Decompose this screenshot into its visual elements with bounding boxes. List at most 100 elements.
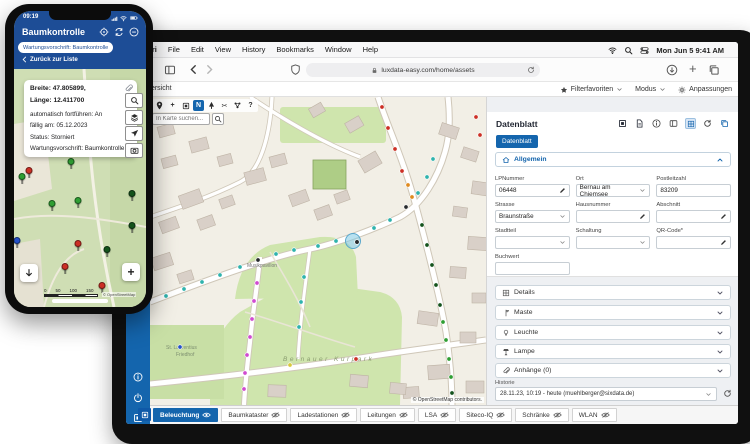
map-marker[interactable] — [450, 391, 454, 395]
tree-pin[interactable] — [21, 177, 23, 184]
search-button[interactable] — [125, 93, 143, 108]
eye-off-icon[interactable] — [399, 412, 408, 418]
map-marker[interactable] — [441, 320, 445, 324]
stadtteil-select[interactable] — [495, 236, 570, 249]
eye-off-icon[interactable] — [271, 412, 280, 418]
layer-tab-leitungen[interactable]: Leitungen — [360, 408, 415, 422]
select-tool-icon[interactable] — [180, 100, 191, 111]
tree-pin[interactable] — [51, 204, 53, 211]
menu-help[interactable]: Help — [363, 45, 378, 54]
historie-select[interactable]: 28.11.23, 10:19 - heute (muehlberger@six… — [495, 387, 717, 401]
map-marker[interactable] — [388, 218, 392, 222]
reload-icon[interactable] — [527, 66, 535, 74]
map-marker[interactable] — [242, 387, 246, 391]
mode-button[interactable]: Modus — [635, 86, 666, 93]
eye-off-icon[interactable] — [341, 412, 350, 418]
layer-tab-beleuchtung[interactable]: Beleuchtung — [153, 408, 218, 422]
wifi-icon[interactable] — [608, 46, 617, 55]
map-marker[interactable] — [434, 283, 438, 287]
tree-pin[interactable] — [64, 267, 66, 274]
tree-pin[interactable] — [131, 226, 133, 233]
map-search-input[interactable] — [152, 113, 210, 125]
eye-off-icon[interactable] — [601, 412, 610, 418]
download-button[interactable] — [20, 264, 38, 282]
menu-bookmarks[interactable]: Bookmarks — [276, 45, 314, 54]
map-marker[interactable] — [354, 357, 358, 361]
map-marker[interactable] — [255, 281, 259, 285]
layer-tab-ladestationen[interactable]: Ladestationen — [290, 408, 357, 422]
eye-off-icon[interactable] — [553, 412, 562, 418]
map-marker[interactable] — [444, 338, 448, 342]
eye-off-icon[interactable] — [440, 412, 449, 418]
tree-pin[interactable] — [106, 250, 108, 257]
layer-tab-schraenke[interactable]: Schränke — [515, 408, 568, 422]
accordion-details[interactable]: Details — [495, 285, 731, 300]
map-marker[interactable] — [425, 243, 429, 247]
tree-pin[interactable] — [77, 244, 79, 251]
panel-undo-icon[interactable] — [702, 118, 713, 129]
map-marker[interactable] — [164, 294, 168, 298]
map-marker[interactable] — [474, 115, 478, 119]
info-icon[interactable] — [133, 372, 143, 382]
layers-button[interactable] — [125, 110, 143, 125]
map-marker[interactable] — [288, 363, 292, 367]
hausnummer-field[interactable] — [576, 210, 651, 223]
map-marker[interactable] — [243, 371, 247, 375]
eye-off-icon[interactable] — [496, 412, 505, 418]
map-marker[interactable] — [274, 252, 278, 256]
help-tool-icon[interactable]: ? — [245, 100, 256, 111]
tree-pin[interactable] — [28, 171, 30, 178]
map-marker[interactable] — [252, 299, 256, 303]
map-search-button[interactable] — [212, 113, 224, 125]
map-marker[interactable] — [410, 195, 414, 199]
qrcode-field[interactable] — [656, 236, 731, 249]
pencil-icon[interactable] — [639, 213, 646, 220]
panel-grid-icon[interactable] — [685, 118, 696, 129]
zoom-in-button[interactable]: + — [122, 263, 140, 281]
layerbar-toggle-button[interactable] — [138, 408, 151, 421]
accordion-maste[interactable]: Maste — [495, 305, 731, 320]
buchwert-field[interactable] — [495, 262, 570, 275]
map-marker[interactable] — [256, 258, 260, 262]
map-marker[interactable] — [380, 105, 384, 109]
map-marker[interactable] — [447, 357, 451, 361]
accordion-anhaenge[interactable]: Anhänge (0) — [495, 363, 731, 378]
ort-select[interactable]: Bernau am Chiemsee — [576, 184, 651, 197]
paperclip-icon[interactable] — [124, 84, 133, 93]
accordion-leuchte[interactable]: Leuchte — [495, 325, 731, 340]
map-marker[interactable] — [406, 183, 410, 187]
panel-list-icon[interactable] — [668, 118, 679, 129]
map-marker[interactable] — [404, 205, 408, 209]
menu-file[interactable]: File — [168, 45, 180, 54]
panel-window-icon[interactable] — [617, 118, 628, 129]
map-marker[interactable] — [416, 191, 420, 195]
map-marker[interactable] — [238, 265, 242, 269]
tree-pin[interactable] — [16, 241, 18, 248]
panel-info-icon[interactable] — [651, 118, 662, 129]
privacy-shield-icon[interactable] — [290, 64, 301, 75]
map-marker[interactable] — [316, 244, 320, 248]
tree-tool-icon[interactable] — [206, 100, 217, 111]
map-area[interactable]: Musikpavillon Bernauer Kurpark St. Laure… — [150, 97, 486, 405]
map-marker[interactable] — [292, 248, 296, 252]
accordion-allgemein[interactable]: Allgemein — [495, 152, 731, 167]
map-marker[interactable] — [438, 303, 442, 307]
back-icon[interactable] — [188, 64, 199, 75]
map-marker[interactable] — [334, 239, 338, 243]
map-marker[interactable] — [302, 275, 306, 279]
map-marker[interactable] — [218, 273, 222, 277]
customizations-button[interactable]: Anpassungen — [678, 86, 732, 94]
forward-icon[interactable] — [204, 64, 215, 75]
map-marker[interactable] — [299, 300, 303, 304]
selected-marker[interactable] — [355, 240, 360, 245]
layer-tab-baumkataster[interactable]: Baumkataster — [221, 408, 287, 422]
eye-icon[interactable] — [202, 412, 211, 418]
postleitzahl-field[interactable]: 83209 — [656, 184, 731, 197]
layer-tab-lsa[interactable]: LSA — [418, 408, 456, 422]
pencil-icon[interactable] — [720, 239, 727, 246]
move-tool-icon[interactable]: + — [167, 100, 178, 111]
pencil-icon[interactable] — [559, 187, 566, 194]
map-marker[interactable] — [372, 226, 376, 230]
map-marker[interactable] — [400, 169, 404, 173]
map-marker[interactable] — [430, 263, 434, 267]
